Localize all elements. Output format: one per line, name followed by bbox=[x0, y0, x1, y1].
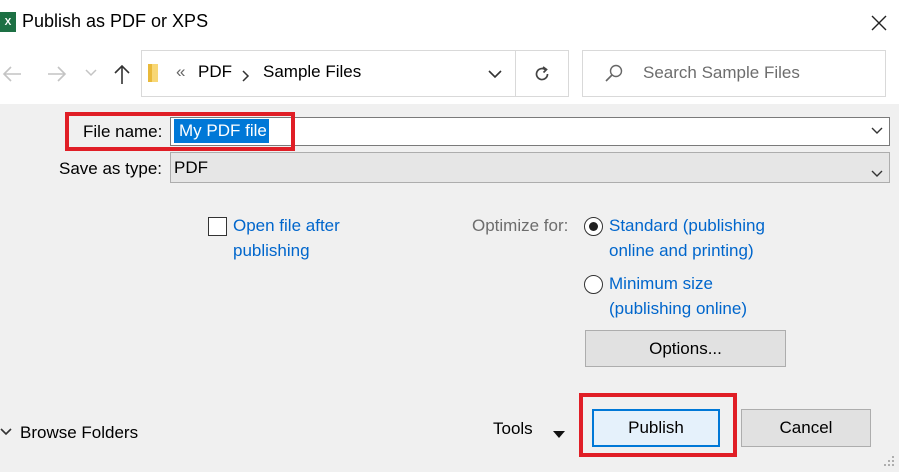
open-after-publishing-checkbox[interactable] bbox=[208, 217, 227, 236]
save-as-type-value: PDF bbox=[174, 158, 208, 177]
open-after-line-1: Open file after bbox=[233, 216, 340, 235]
forward-button[interactable] bbox=[44, 60, 70, 88]
forward-arrow-icon bbox=[48, 66, 67, 82]
minimum-size-label[interactable]: Minimum size (publishing online) bbox=[609, 271, 747, 321]
publish-callout-box bbox=[579, 393, 737, 457]
breadcrumb-overflow[interactable]: « bbox=[176, 62, 185, 82]
chevron-down-icon bbox=[871, 127, 883, 134]
close-button[interactable] bbox=[866, 10, 892, 36]
save-as-type-label: Save as type: bbox=[59, 159, 163, 178]
file-name-dropdown-button[interactable] bbox=[868, 124, 886, 138]
up-button[interactable] bbox=[110, 60, 134, 88]
search-placeholder: Search Sample Files bbox=[643, 63, 800, 82]
up-arrow-icon bbox=[114, 64, 130, 84]
caret-down-icon[interactable] bbox=[553, 424, 565, 444]
save-as-type-select[interactable]: PDF bbox=[170, 152, 890, 183]
resize-grip-icon[interactable] bbox=[883, 452, 895, 472]
breadcrumb-pdf[interactable]: PDF bbox=[198, 62, 232, 82]
refresh-button[interactable] bbox=[516, 50, 569, 97]
chevron-down-icon bbox=[488, 69, 502, 78]
open-after-publishing-label[interactable]: Open file after publishing bbox=[233, 213, 340, 263]
minimum-size-radio[interactable] bbox=[584, 275, 603, 294]
back-arrow-icon bbox=[2, 66, 21, 82]
folder-icon bbox=[146, 62, 162, 84]
breadcrumb-separator-icon bbox=[242, 67, 250, 87]
chevron-down-icon bbox=[0, 428, 12, 436]
open-after-line-2: publishing bbox=[233, 241, 310, 260]
recent-locations-button[interactable] bbox=[84, 64, 98, 82]
browse-folders-label[interactable]: Browse Folders bbox=[20, 423, 138, 443]
standard-label[interactable]: Standard (publishing online and printing… bbox=[609, 213, 765, 263]
minimum-line-2: (publishing online) bbox=[609, 299, 747, 318]
back-button[interactable] bbox=[0, 60, 24, 88]
optimize-for-label: Optimize for: bbox=[472, 216, 569, 235]
close-icon bbox=[871, 15, 887, 31]
options-button[interactable]: Options... bbox=[585, 330, 786, 367]
tools-menu-label[interactable]: Tools bbox=[493, 419, 533, 439]
radio-selected-dot bbox=[589, 222, 598, 231]
chevron-down-icon bbox=[85, 69, 97, 77]
chevron-down-icon bbox=[871, 163, 883, 183]
refresh-icon bbox=[535, 65, 549, 80]
cancel-button[interactable]: Cancel bbox=[741, 409, 871, 447]
standard-radio[interactable] bbox=[584, 217, 603, 236]
address-dropdown-button[interactable] bbox=[484, 64, 506, 84]
window-title: Publish as PDF or XPS bbox=[22, 11, 209, 31]
standard-line-1: Standard (publishing bbox=[609, 216, 765, 235]
breadcrumb-sample-files[interactable]: Sample Files bbox=[263, 62, 361, 82]
standard-line-2: online and printing) bbox=[609, 241, 754, 260]
excel-app-icon: X bbox=[0, 12, 16, 32]
file-name-callout-box bbox=[65, 112, 295, 151]
search-icon bbox=[604, 63, 624, 88]
minimum-line-1: Minimum size bbox=[609, 274, 713, 293]
